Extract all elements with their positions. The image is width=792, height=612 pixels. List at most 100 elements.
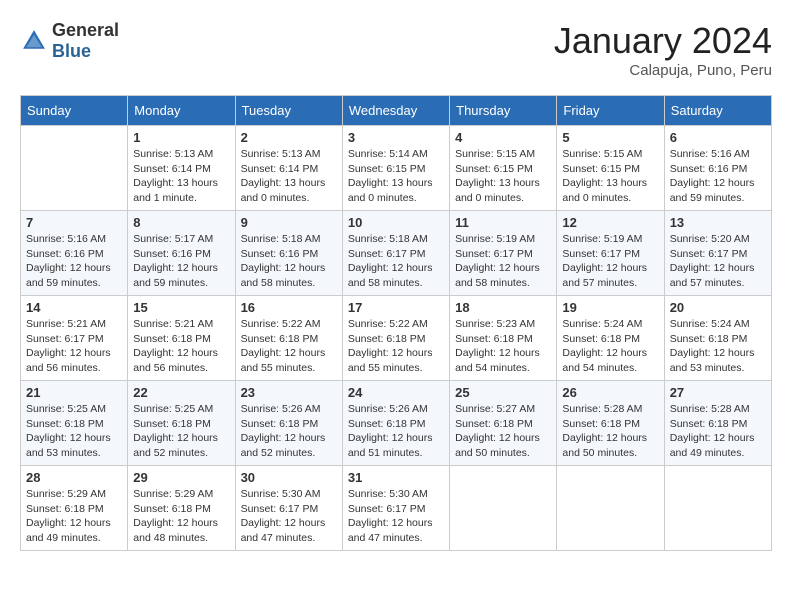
- day-number: 10: [348, 215, 444, 230]
- calendar-week-row: 14Sunrise: 5:21 AMSunset: 6:17 PMDayligh…: [21, 296, 772, 381]
- calendar-cell: 22 Sunrise: 5:25 AMSunset: 6:18 PMDayligh…: [128, 381, 235, 466]
- day-of-week-header: Saturday: [664, 96, 771, 126]
- day-number: 3: [348, 130, 444, 145]
- cell-info: Sunrise: 5:17 AMSunset: 6:16 PMDaylight:…: [133, 232, 229, 291]
- day-number: 18: [455, 300, 551, 315]
- calendar-cell: 1 Sunrise: 5:13 AMSunset: 6:14 PMDaylight…: [128, 126, 235, 211]
- page-header: General Blue January 2024 Calapuja, Puno…: [20, 20, 772, 79]
- calendar-cell: 12 Sunrise: 5:19 AMSunset: 6:17 PMDayligh…: [557, 211, 664, 296]
- cell-info: Sunrise: 5:23 AMSunset: 6:18 PMDaylight:…: [455, 317, 551, 376]
- calendar-cell: [664, 466, 771, 551]
- day-number: 16: [241, 300, 337, 315]
- day-number: 17: [348, 300, 444, 315]
- calendar-cell: 16 Sunrise: 5:22 AMSunset: 6:18 PMDayligh…: [235, 296, 342, 381]
- calendar-cell: 23 Sunrise: 5:26 AMSunset: 6:18 PMDayligh…: [235, 381, 342, 466]
- calendar-cell: 10Sunrise: 5:18 AMSunset: 6:17 PMDayligh…: [342, 211, 449, 296]
- calendar-cell: 5Sunrise: 5:15 AMSunset: 6:15 PMDaylight…: [557, 126, 664, 211]
- day-of-week-header: Monday: [128, 96, 235, 126]
- cell-info: Sunrise: 5:18 AMSunset: 6:16 PMDaylight:…: [241, 232, 337, 291]
- cell-info: Sunrise: 5:27 AMSunset: 6:18 PMDaylight:…: [455, 402, 551, 461]
- cell-info: Sunrise: 5:14 AMSunset: 6:15 PMDaylight:…: [348, 147, 444, 206]
- calendar-cell: 30 Sunrise: 5:30 AMSunset: 6:17 PMDayligh…: [235, 466, 342, 551]
- day-of-week-header: Wednesday: [342, 96, 449, 126]
- day-of-week-header: Friday: [557, 96, 664, 126]
- cell-info: Sunrise: 5:30 AMSunset: 6:17 PMDaylight:…: [348, 487, 444, 546]
- calendar-week-row: 28 Sunrise: 5:29 AMSunset: 6:18 PMDayligh…: [21, 466, 772, 551]
- logo-general-text: General: [52, 20, 119, 40]
- day-number: 30: [241, 470, 337, 485]
- day-number: 28: [26, 470, 122, 485]
- day-number: 6: [670, 130, 766, 145]
- calendar-cell: 15 Sunrise: 5:21 AMSunset: 6:18 PMDayligh…: [128, 296, 235, 381]
- cell-info: Sunrise: 5:15 AMSunset: 6:15 PMDaylight:…: [455, 147, 551, 206]
- cell-info: Sunrise: 5:15 AMSunset: 6:15 PMDaylight:…: [562, 147, 658, 206]
- cell-info: Sunrise: 5:21 AMSunset: 6:18 PMDaylight:…: [133, 317, 229, 376]
- calendar-cell: [450, 466, 557, 551]
- day-number: 15: [133, 300, 229, 315]
- day-number: 22: [133, 385, 229, 400]
- cell-info: Sunrise: 5:16 AMSunset: 6:16 PMDaylight:…: [670, 147, 766, 206]
- calendar-week-row: 21 Sunrise: 5:25 AMSunset: 6:18 PMDayligh…: [21, 381, 772, 466]
- cell-info: Sunrise: 5:16 AMSunset: 6:16 PMDaylight:…: [26, 232, 122, 291]
- calendar-cell: 19 Sunrise: 5:24 AMSunset: 6:18 PMDayligh…: [557, 296, 664, 381]
- title-block: January 2024 Calapuja, Puno, Peru: [554, 20, 772, 79]
- cell-info: Sunrise: 5:26 AMSunset: 6:18 PMDaylight:…: [348, 402, 444, 461]
- day-number: 26: [562, 385, 658, 400]
- calendar-cell: 6 Sunrise: 5:16 AMSunset: 6:16 PMDaylight…: [664, 126, 771, 211]
- cell-info: Sunrise: 5:22 AMSunset: 6:18 PMDaylight:…: [348, 317, 444, 376]
- cell-info: Sunrise: 5:24 AMSunset: 6:18 PMDaylight:…: [562, 317, 658, 376]
- day-number: 13: [670, 215, 766, 230]
- location-subtitle: Calapuja, Puno, Peru: [554, 62, 772, 79]
- day-number: 31: [348, 470, 444, 485]
- logo-blue-text: Blue: [52, 41, 91, 61]
- day-number: 27: [670, 385, 766, 400]
- calendar-cell: 21 Sunrise: 5:25 AMSunset: 6:18 PMDayligh…: [21, 381, 128, 466]
- calendar-cell: 20 Sunrise: 5:24 AMSunset: 6:18 PMDayligh…: [664, 296, 771, 381]
- day-of-week-header: Tuesday: [235, 96, 342, 126]
- calendar-header-row: SundayMondayTuesdayWednesdayThursdayFrid…: [21, 96, 772, 126]
- calendar-cell: 13 Sunrise: 5:20 AMSunset: 6:17 PMDayligh…: [664, 211, 771, 296]
- day-number: 23: [241, 385, 337, 400]
- day-number: 11: [455, 215, 551, 230]
- calendar-cell: 18 Sunrise: 5:23 AMSunset: 6:18 PMDayligh…: [450, 296, 557, 381]
- cell-info: Sunrise: 5:25 AMSunset: 6:18 PMDaylight:…: [26, 402, 122, 461]
- cell-info: Sunrise: 5:28 AMSunset: 6:18 PMDaylight:…: [562, 402, 658, 461]
- day-number: 14: [26, 300, 122, 315]
- cell-info: Sunrise: 5:30 AMSunset: 6:17 PMDaylight:…: [241, 487, 337, 546]
- cell-info: Sunrise: 5:25 AMSunset: 6:18 PMDaylight:…: [133, 402, 229, 461]
- cell-info: Sunrise: 5:20 AMSunset: 6:17 PMDaylight:…: [670, 232, 766, 291]
- day-number: 7: [26, 215, 122, 230]
- day-of-week-header: Thursday: [450, 96, 557, 126]
- calendar-week-row: 7 Sunrise: 5:16 AMSunset: 6:16 PMDaylight…: [21, 211, 772, 296]
- calendar-cell: 3 Sunrise: 5:14 AMSunset: 6:15 PMDaylight…: [342, 126, 449, 211]
- cell-info: Sunrise: 5:29 AMSunset: 6:18 PMDaylight:…: [133, 487, 229, 546]
- day-number: 29: [133, 470, 229, 485]
- calendar-week-row: 1 Sunrise: 5:13 AMSunset: 6:14 PMDaylight…: [21, 126, 772, 211]
- day-number: 19: [562, 300, 658, 315]
- cell-info: Sunrise: 5:19 AMSunset: 6:17 PMDaylight:…: [562, 232, 658, 291]
- day-number: 9: [241, 215, 337, 230]
- day-number: 1: [133, 130, 229, 145]
- day-number: 20: [670, 300, 766, 315]
- day-number: 24: [348, 385, 444, 400]
- calendar-cell: 9 Sunrise: 5:18 AMSunset: 6:16 PMDaylight…: [235, 211, 342, 296]
- day-number: 12: [562, 215, 658, 230]
- month-year-title: January 2024: [554, 20, 772, 62]
- cell-info: Sunrise: 5:19 AMSunset: 6:17 PMDaylight:…: [455, 232, 551, 291]
- cell-info: Sunrise: 5:22 AMSunset: 6:18 PMDaylight:…: [241, 317, 337, 376]
- cell-info: Sunrise: 5:26 AMSunset: 6:18 PMDaylight:…: [241, 402, 337, 461]
- cell-info: Sunrise: 5:28 AMSunset: 6:18 PMDaylight:…: [670, 402, 766, 461]
- day-number: 4: [455, 130, 551, 145]
- day-number: 21: [26, 385, 122, 400]
- cell-info: Sunrise: 5:29 AMSunset: 6:18 PMDaylight:…: [26, 487, 122, 546]
- calendar-cell: 11 Sunrise: 5:19 AMSunset: 6:17 PMDayligh…: [450, 211, 557, 296]
- calendar-cell: 29 Sunrise: 5:29 AMSunset: 6:18 PMDayligh…: [128, 466, 235, 551]
- cell-info: Sunrise: 5:13 AMSunset: 6:14 PMDaylight:…: [133, 147, 229, 206]
- calendar-cell: 31 Sunrise: 5:30 AMSunset: 6:17 PMDayligh…: [342, 466, 449, 551]
- cell-info: Sunrise: 5:24 AMSunset: 6:18 PMDaylight:…: [670, 317, 766, 376]
- cell-info: Sunrise: 5:13 AMSunset: 6:14 PMDaylight:…: [241, 147, 337, 206]
- calendar-cell: 8Sunrise: 5:17 AMSunset: 6:16 PMDaylight…: [128, 211, 235, 296]
- calendar-cell: 4 Sunrise: 5:15 AMSunset: 6:15 PMDaylight…: [450, 126, 557, 211]
- calendar-cell: 25Sunrise: 5:27 AMSunset: 6:18 PMDayligh…: [450, 381, 557, 466]
- calendar-cell: 17 Sunrise: 5:22 AMSunset: 6:18 PMDayligh…: [342, 296, 449, 381]
